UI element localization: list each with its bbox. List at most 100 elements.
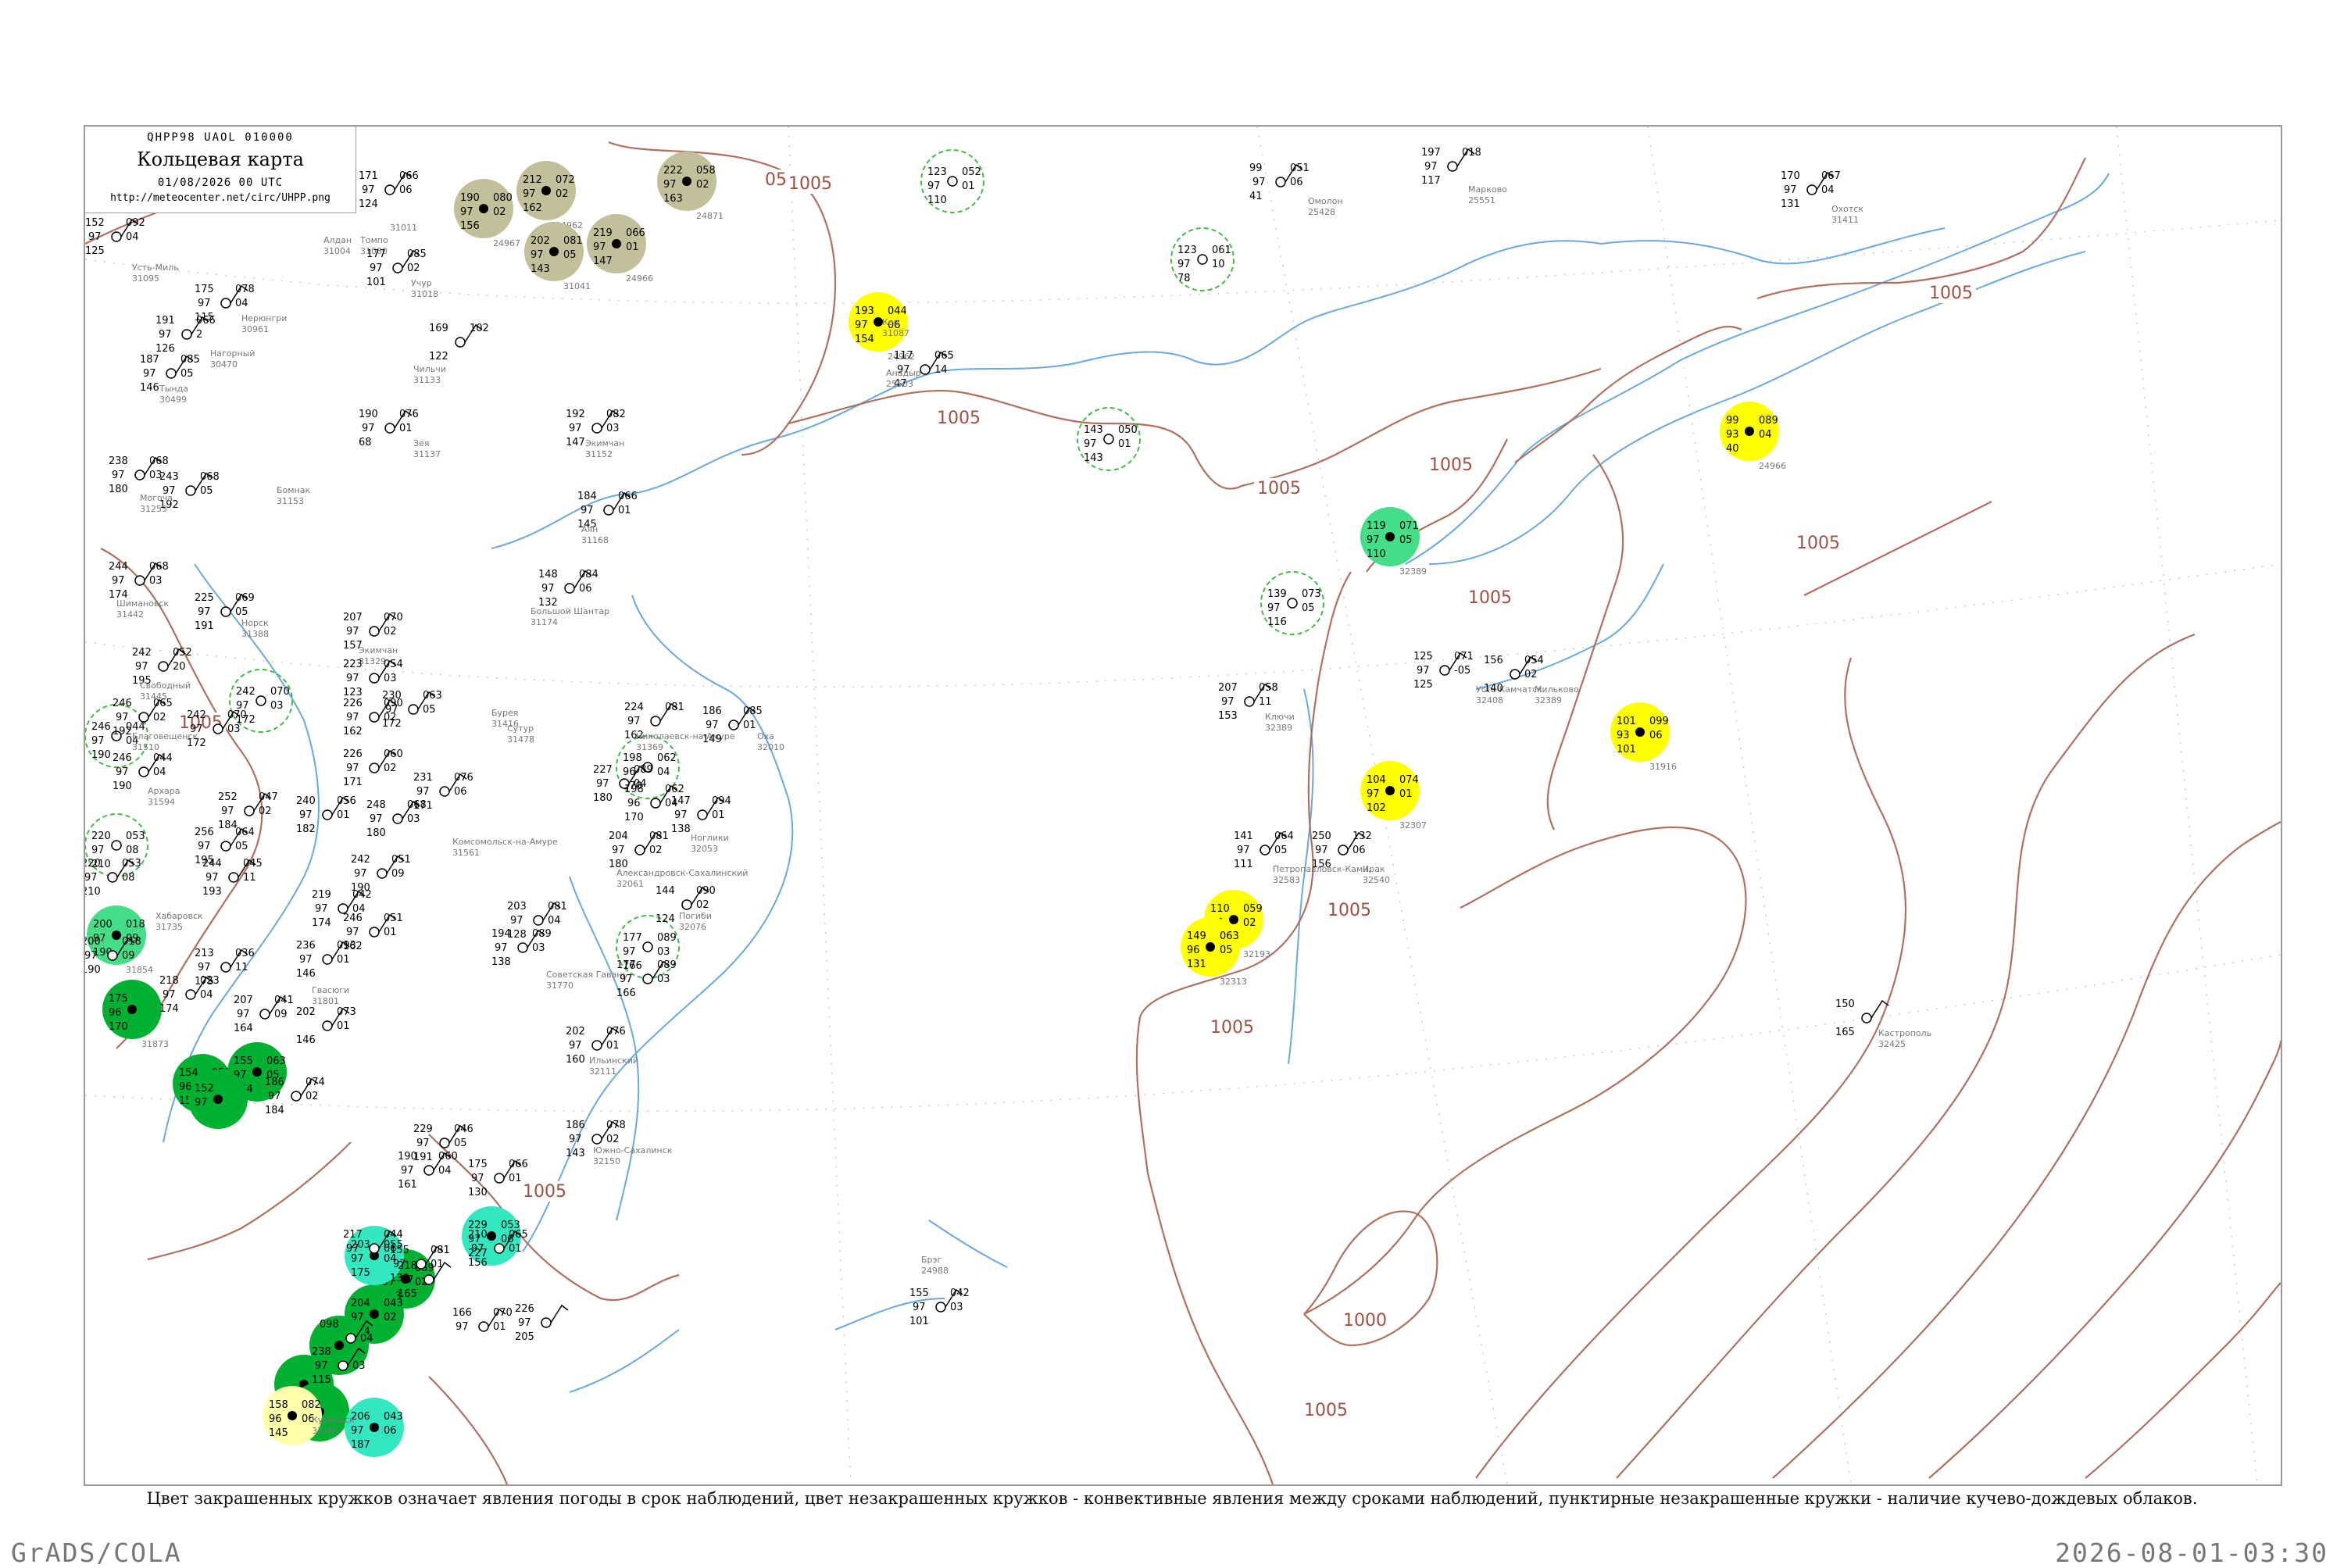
station-press-code: 122 bbox=[429, 351, 448, 363]
station-press-code: 170 bbox=[624, 812, 644, 823]
station-id: 32076 bbox=[679, 922, 706, 932]
station-marker bbox=[138, 712, 149, 723]
station-dew: 97 bbox=[346, 626, 359, 638]
station-marker bbox=[369, 763, 380, 773]
station-press-code: 40 bbox=[1726, 443, 1739, 455]
station-marker bbox=[322, 954, 333, 965]
station-tendency: 02 bbox=[259, 805, 272, 817]
station-plot: Зея31137 bbox=[413, 438, 441, 459]
station-temp: 149 bbox=[1187, 930, 1206, 942]
station-marker bbox=[138, 766, 149, 777]
station-dew: 97 bbox=[569, 1134, 582, 1145]
station-dew: 97 bbox=[221, 805, 234, 817]
station-marker bbox=[1287, 598, 1298, 609]
station-marker bbox=[541, 186, 551, 195]
station-tendency: 04 bbox=[235, 298, 248, 309]
station-tendency: 03 bbox=[384, 673, 397, 684]
station-pressure: 059 bbox=[1243, 903, 1263, 915]
station-dew: 97 bbox=[663, 179, 677, 191]
station-press-code: 172 bbox=[382, 718, 402, 730]
station-plot: 226 97 171 060 02 bbox=[343, 748, 403, 788]
station-tendency: 10 bbox=[1212, 259, 1225, 270]
station-marker bbox=[494, 1243, 505, 1254]
station-tendency: 04 bbox=[1759, 429, 1772, 441]
station-temp: 141 bbox=[1234, 830, 1253, 842]
station-temp: 242 bbox=[236, 686, 255, 698]
station-marker bbox=[220, 841, 231, 852]
station-press-code: 205 bbox=[515, 1331, 534, 1343]
station-temp: 184 bbox=[577, 491, 597, 502]
station-pressure: 065 bbox=[509, 1229, 528, 1241]
station-name: Советская Гавань bbox=[546, 970, 627, 980]
station-id: 30470 bbox=[210, 359, 238, 370]
station-name: Гвасюги bbox=[312, 985, 349, 995]
station-tendency: 06 bbox=[1290, 177, 1303, 188]
station-pressure: 067 bbox=[1821, 170, 1841, 182]
station-name: Брэг bbox=[921, 1255, 942, 1265]
station-pressure: 060 bbox=[384, 748, 403, 760]
station-id: 31411 bbox=[1831, 215, 1859, 225]
station-dew: 97 bbox=[195, 1097, 208, 1109]
station-id: 31152 bbox=[585, 449, 613, 459]
station-pressure: 066 bbox=[509, 1159, 528, 1170]
station-plot: Ключи32389 bbox=[1265, 712, 1295, 733]
station-marker bbox=[181, 329, 192, 340]
station-pressure: 045 bbox=[243, 858, 263, 870]
station-tendency: 01 bbox=[337, 809, 350, 821]
station-temp: 229 bbox=[413, 1123, 433, 1135]
station-pressure: 065 bbox=[153, 698, 173, 709]
station-marker bbox=[681, 899, 692, 910]
station-dew: 97 bbox=[518, 1317, 531, 1329]
station-plot: Кастрополь32425 bbox=[1878, 1028, 1931, 1049]
station-press-code: 156 bbox=[460, 220, 480, 232]
station-plot: 236 97 146 093 01 bbox=[296, 940, 356, 980]
station-marker bbox=[107, 872, 118, 883]
station-plot: 2449717406803 bbox=[109, 561, 169, 601]
station-dew: 97 bbox=[370, 263, 383, 274]
station-press-code: 143 bbox=[566, 1148, 585, 1159]
station-plot: Ноглики32053 bbox=[691, 833, 729, 854]
station-marker bbox=[345, 1333, 356, 1344]
station-pressure: 070 bbox=[384, 612, 403, 623]
weather-circle: 222 97 163 058 02 24871 bbox=[657, 152, 724, 221]
station-dew: 97 bbox=[346, 673, 359, 684]
station-dew: 97 bbox=[385, 704, 398, 716]
station-id: 31735 bbox=[155, 922, 183, 932]
station-press-code: 171 bbox=[343, 777, 363, 788]
station-pressure: 044 bbox=[153, 752, 173, 764]
station-temp: 177 bbox=[366, 248, 386, 260]
station-dew: 97 bbox=[85, 950, 98, 962]
station-marker bbox=[408, 704, 419, 715]
station-marker bbox=[369, 927, 380, 938]
station-dew: 97 bbox=[163, 989, 176, 1001]
station-marker bbox=[111, 840, 122, 851]
station-temp: 225 bbox=[195, 592, 214, 604]
station-plot: 218 97 174 023 04 bbox=[159, 975, 220, 1015]
station-marker bbox=[1275, 177, 1286, 188]
station-tendency: 01 bbox=[337, 954, 350, 966]
station-pressure: 066 bbox=[196, 315, 216, 327]
station-id: 31369 bbox=[636, 742, 663, 752]
station-dew: 97 bbox=[91, 735, 105, 747]
station-dew: 97 bbox=[620, 973, 633, 985]
station-id: 31510 bbox=[132, 742, 159, 752]
cb-dashed-circles: 1239711005201123977806110143971430500113… bbox=[85, 149, 1324, 979]
station-dew: 97 bbox=[346, 763, 359, 774]
station-pressure: 060 bbox=[438, 1151, 458, 1163]
station-pressure: 082 bbox=[302, 1399, 321, 1411]
station-dew: 97 bbox=[416, 1138, 430, 1149]
station-marker bbox=[392, 263, 403, 273]
station-marker bbox=[478, 1321, 489, 1332]
station-plot: Архара31594 bbox=[148, 786, 180, 807]
station-tendency: 01 bbox=[618, 505, 631, 516]
station-temp: 240 bbox=[296, 795, 316, 807]
station-pressure: 044 bbox=[384, 1229, 403, 1241]
station-tendency: 02 bbox=[153, 712, 166, 723]
station-name: Шимановск bbox=[116, 598, 169, 609]
station-marker bbox=[439, 1138, 450, 1148]
station-plot: Александровск-Сахалинский32061 bbox=[616, 868, 748, 889]
station-tendency: 05 bbox=[235, 606, 248, 618]
weather-circle: 219 97 147 066 01 24966 bbox=[587, 214, 653, 284]
station-temp: 155 bbox=[234, 1055, 253, 1067]
station-dew: 97 bbox=[674, 809, 688, 821]
